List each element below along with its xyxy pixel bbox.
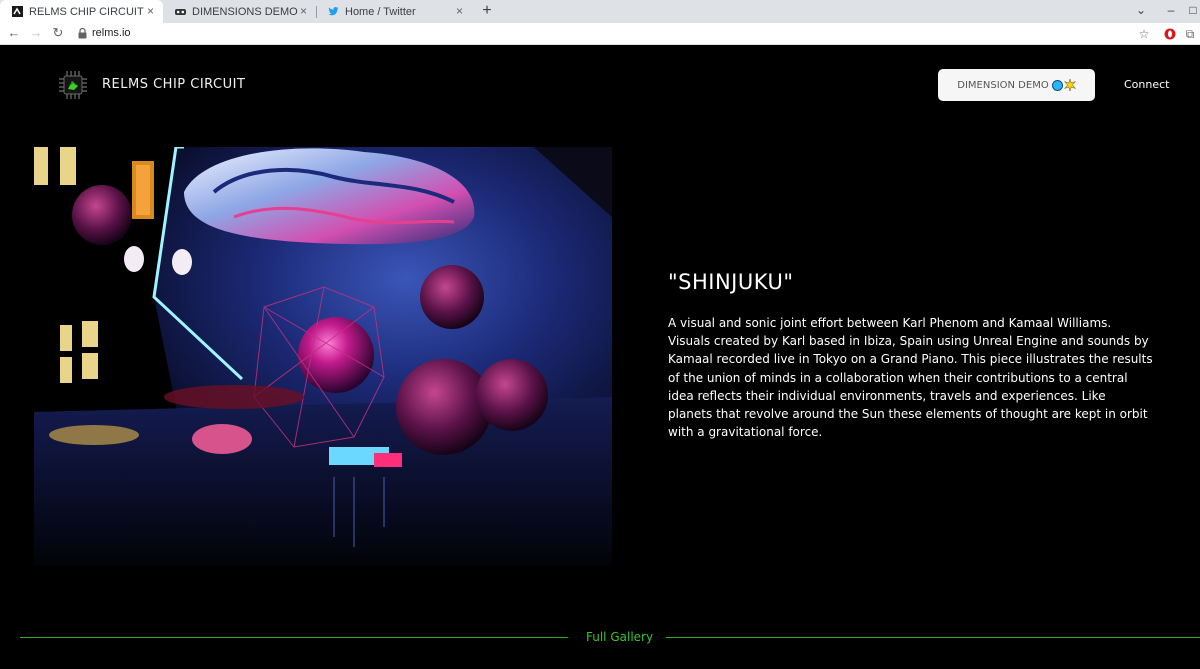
artwork-description: A visual and sonic joint effort between … xyxy=(668,316,1153,440)
chip-logo-icon[interactable] xyxy=(58,70,88,100)
sparkle-icon xyxy=(1063,79,1076,91)
tab-dimensions-demo[interactable]: DIMENSIONS DEMO × xyxy=(163,0,316,23)
new-tab-button[interactable]: + xyxy=(478,2,496,20)
maximize-button[interactable]: □ xyxy=(1188,3,1198,17)
demo-button-label: DIMENSION DEMO xyxy=(957,79,1049,91)
forward-icon[interactable]: → xyxy=(28,25,44,41)
page-content: RELMS CHIP CIRCUIT DIMENSION DEMO Connec… xyxy=(0,46,1200,669)
close-icon[interactable]: × xyxy=(453,5,466,18)
close-icon[interactable]: × xyxy=(297,5,310,18)
artwork-image[interactable] xyxy=(34,147,612,566)
address-bar: ← → ↻ relms.io ☆ ⧉ xyxy=(0,23,1200,45)
lock-icon[interactable] xyxy=(74,25,90,41)
url-input[interactable]: relms.io xyxy=(92,27,131,39)
divider-right xyxy=(666,637,1200,638)
bookmark-star-icon[interactable]: ☆ xyxy=(1136,26,1152,42)
opera-extension-icon[interactable] xyxy=(1162,26,1178,42)
twitter-icon xyxy=(328,6,339,17)
vr-headset-icon xyxy=(175,6,186,17)
puzzle-extension-icon[interactable]: ⧉ xyxy=(1182,26,1198,42)
tab-search-icon[interactable]: ⌄ xyxy=(1133,3,1149,17)
browser-tab-strip: RELMS CHIP CIRCUIT × DIMENSIONS DEMO × H… xyxy=(0,0,1200,23)
tab-twitter[interactable]: Home / Twitter × xyxy=(316,0,472,23)
brand-name[interactable]: RELMS CHIP CIRCUIT xyxy=(102,77,245,92)
tab-label: RELMS CHIP CIRCUIT xyxy=(29,5,144,18)
reload-icon[interactable]: ↻ xyxy=(50,25,66,41)
dimension-demo-button[interactable]: DIMENSION DEMO xyxy=(938,69,1095,101)
minimize-button[interactable]: – xyxy=(1163,3,1179,17)
globe-icon xyxy=(1051,79,1063,91)
divider-left xyxy=(20,637,568,638)
relms-favicon xyxy=(12,6,23,17)
tab-relms[interactable]: RELMS CHIP CIRCUIT × xyxy=(0,0,163,23)
close-icon[interactable]: × xyxy=(144,5,157,18)
full-gallery-link[interactable]: Full Gallery xyxy=(586,630,653,644)
connect-button[interactable]: Connect xyxy=(1124,78,1169,91)
artwork-title: "SHINJUKU" xyxy=(668,270,794,294)
back-icon[interactable]: ← xyxy=(6,25,22,41)
